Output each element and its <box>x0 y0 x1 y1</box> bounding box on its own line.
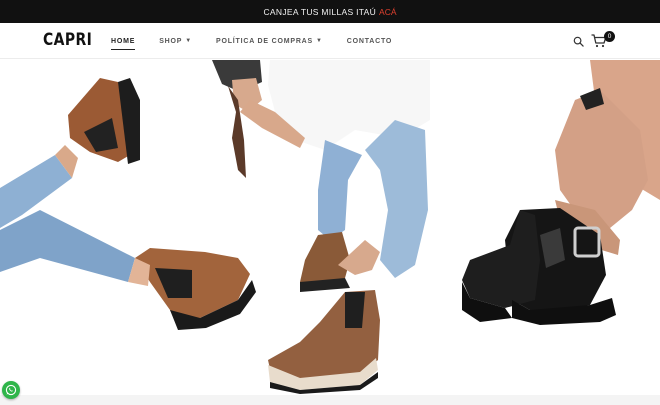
left-model-figure <box>0 78 256 330</box>
nav-item-home[interactable]: HOME <box>111 37 136 50</box>
announcement-link[interactable]: ACÁ <box>379 7 396 17</box>
announcement-text: CANJEA TUS MILLAS ITAÚ <box>263 6 377 17</box>
hero-banner[interactable] <box>0 60 660 395</box>
search-icon[interactable] <box>573 36 584 47</box>
nav-item-politica-de-compras[interactable]: POLÍTICA DE COMPRAS ▼ <box>216 38 323 45</box>
nav-item-label: HOME <box>111 37 136 45</box>
nav-item-label: POLÍTICA DE COMPRAS <box>216 37 313 45</box>
nav-item-label: SHOP <box>159 37 183 45</box>
logo[interactable]: CAPRI <box>43 30 92 50</box>
caret-down-icon: ▼ <box>185 38 192 44</box>
announcement-bar: CANJEA TUS MILLAS ITAÚ ACÁ <box>0 0 660 23</box>
nav-item-contacto[interactable]: CONTACTO <box>347 38 392 45</box>
whatsapp-button[interactable] <box>2 381 20 399</box>
center-model-figure <box>212 60 430 394</box>
footer-strip <box>0 395 660 405</box>
nav-item-label: CONTACTO <box>346 37 393 45</box>
cart-count-badge: 0 <box>604 31 615 42</box>
main-nav: HOME SHOP ▼ POLÍTICA DE COMPRAS ▼ CONTAC… <box>111 23 416 59</box>
nav-item-shop[interactable]: SHOP ▼ <box>159 38 192 45</box>
hero-image <box>0 60 660 394</box>
caret-down-icon: ▼ <box>316 38 323 44</box>
right-model-figure <box>462 60 660 325</box>
site-header: CAPRI HOME SHOP ▼ POLÍTICA DE COMPRAS ▼ … <box>0 23 660 59</box>
whatsapp-icon <box>5 384 17 396</box>
